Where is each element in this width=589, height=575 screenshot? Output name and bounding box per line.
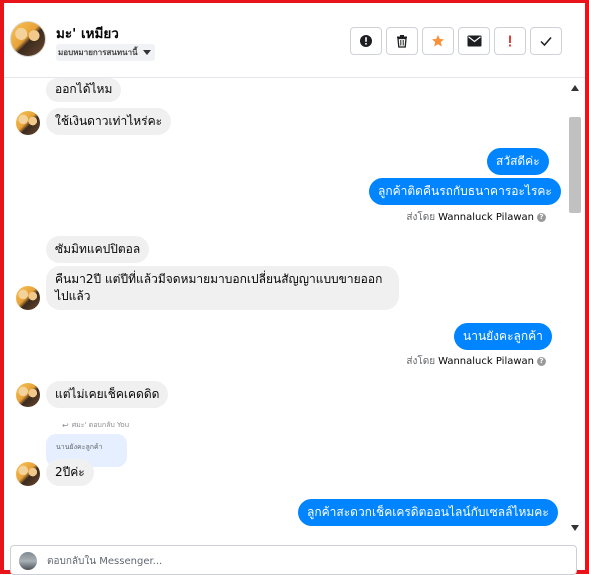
- incoming-message[interactable]: 2ปีค่ะ: [46, 459, 94, 486]
- outgoing-message[interactable]: สวัสดีค่ะ: [487, 148, 549, 175]
- incoming-message[interactable]: แต่ไม่เคยเช็คเคดดิด: [46, 381, 169, 408]
- star-icon: [432, 35, 444, 47]
- incoming-message[interactable]: คืนมา2ปี แต่ปีที่แล้วมีจดหมายมาบอกเปลี่ย…: [46, 266, 399, 310]
- mark-done-button[interactable]: [530, 27, 562, 55]
- sender-avatar: [16, 462, 40, 486]
- help-icon[interactable]: ?: [537, 357, 546, 366]
- conversation-header: มะ' เหมียว มอบหมายการสนทนานี้: [4, 3, 585, 78]
- follow-up-button[interactable]: [494, 27, 526, 55]
- contact-avatar[interactable]: [10, 21, 46, 57]
- sender-avatar: [16, 111, 40, 135]
- checkmark-icon: [540, 37, 552, 47]
- reply-composer: [10, 545, 577, 575]
- help-icon[interactable]: ?: [537, 213, 546, 222]
- outgoing-message[interactable]: ลูกค้าสะดวกเช็คเครดิตออนไลน์กับเซลล์ไหมค…: [298, 499, 558, 526]
- outgoing-message[interactable]: ลูกค้าติดคืนรถกับธนาคารอะไรคะ: [369, 178, 561, 205]
- window-frame: มะ' เหมียว มอบหมายการสนทนานี้ ออกได้ไหม …: [0, 0, 589, 575]
- incoming-message[interactable]: ใช้เงินดาวเท่าไหร่คะ: [46, 108, 172, 135]
- envelope-icon: [467, 35, 481, 47]
- mark-unread-button[interactable]: [458, 27, 490, 55]
- incoming-message[interactable]: ออกได้ไหม: [46, 78, 122, 102]
- delete-button[interactable]: [386, 27, 418, 55]
- scroll-down-arrow-icon[interactable]: [571, 525, 579, 531]
- incoming-message[interactable]: ซัมมิทแคปปิตอล: [46, 236, 150, 263]
- contact-name[interactable]: มะ' เหมียว: [56, 22, 119, 44]
- sent-by-name: Wannaluck Pilawan: [438, 356, 534, 367]
- conversation-toolbar: [350, 27, 562, 55]
- star-button[interactable]: [422, 27, 454, 55]
- sender-avatar: [16, 383, 40, 407]
- exclamation-icon: [509, 35, 511, 47]
- reply-input[interactable]: [47, 552, 547, 570]
- caret-down-icon: [142, 50, 151, 55]
- sent-by-label: ส่งโดย Wannaluck Pilawan ?: [406, 354, 546, 369]
- reply-arrow-icon: ↩: [62, 421, 69, 430]
- assign-conversation-dropdown[interactable]: มอบหมายการสนทนานี้: [56, 44, 155, 61]
- alert-circle-icon: [360, 35, 372, 47]
- sent-by-name: Wannaluck Pilawan: [438, 212, 534, 223]
- sent-by-prefix: ส่งโดย: [406, 212, 436, 223]
- sent-by-prefix: ส่งโดย: [406, 356, 436, 367]
- reply-context-label: ศ​มะ' ตอบกลับ You: [71, 421, 130, 429]
- trash-icon: [397, 35, 407, 48]
- assign-conversation-label: มอบหมายการสนทนานี้: [58, 48, 138, 57]
- outgoing-message[interactable]: นานยังคะลูกค้า: [454, 323, 552, 350]
- scroll-up-arrow-icon[interactable]: [571, 85, 579, 91]
- sender-avatar: [16, 286, 40, 310]
- sent-by-label: ส่งโดย Wannaluck Pilawan ?: [406, 210, 546, 225]
- mark-spam-button[interactable]: [350, 27, 382, 55]
- scroll-thumb[interactable]: [569, 117, 581, 213]
- reply-context: ↩ ศ​มะ' ตอบกลับ You: [62, 420, 129, 431]
- thread-scrollbar[interactable]: [567, 79, 583, 537]
- page-avatar: [19, 552, 37, 570]
